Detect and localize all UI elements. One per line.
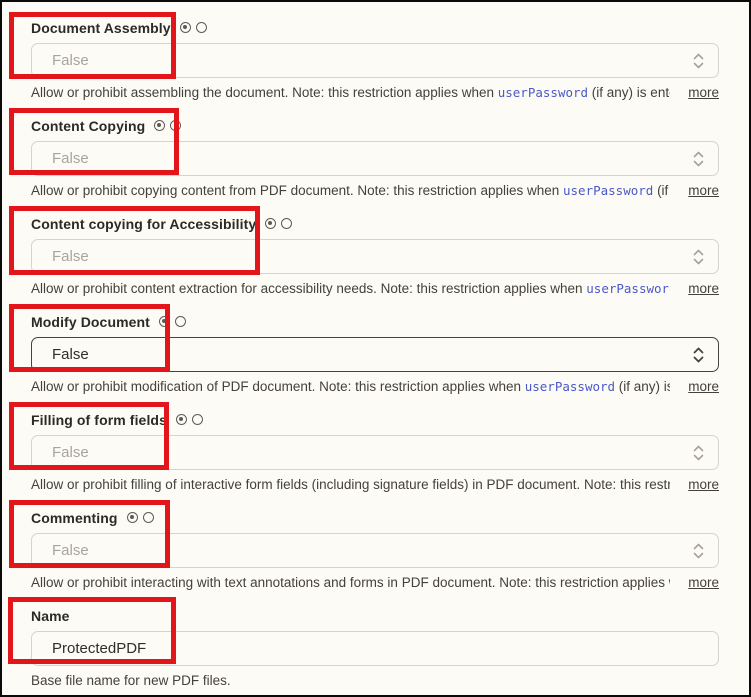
user-password-code: userPassword: [525, 379, 615, 394]
input-value: ProtectedPDF: [52, 640, 146, 657]
field-commenting: Commenting False Allow or prohibit inter…: [31, 509, 719, 591]
radio-selected-icon[interactable]: [127, 512, 138, 523]
select-placeholder: False: [52, 444, 89, 461]
radio-selected-icon[interactable]: [265, 218, 276, 229]
commenting-select[interactable]: False: [31, 533, 719, 568]
radio-unselected-icon[interactable]: [196, 22, 207, 33]
more-link[interactable]: more: [688, 575, 719, 590]
radio-selected-icon[interactable]: [159, 316, 170, 327]
field-filling-form-fields: Filling of form fields False Allow or pr…: [31, 411, 719, 493]
radio-unselected-icon[interactable]: [175, 316, 186, 327]
field-type-toggle: [127, 512, 154, 523]
radio-unselected-icon[interactable]: [143, 512, 154, 523]
select-placeholder: False: [52, 150, 89, 167]
stepper-icon[interactable]: [692, 149, 705, 168]
field-label: Commenting: [31, 510, 118, 526]
stepper-icon[interactable]: [692, 345, 705, 364]
radio-unselected-icon[interactable]: [192, 414, 203, 425]
field-label: Name: [31, 608, 70, 624]
user-password-code: userPassword: [563, 183, 653, 198]
field-modify-document: Modify Document False Allow or prohibit …: [31, 313, 719, 395]
filling-form-fields-select[interactable]: False: [31, 435, 719, 470]
user-password-code: userPassword: [586, 281, 670, 296]
radio-selected-icon[interactable]: [154, 120, 165, 131]
more-link[interactable]: more: [688, 85, 719, 100]
form-content: Document Assembly False Allow or prohibi…: [2, 2, 749, 689]
help-text: Allow or prohibit modification of PDF do…: [31, 379, 670, 394]
help-text: Base file name for new PDF files.: [31, 673, 701, 688]
select-placeholder: False: [52, 542, 89, 559]
more-link[interactable]: more: [688, 477, 719, 492]
stepper-icon[interactable]: [692, 541, 705, 560]
field-type-toggle: [265, 218, 292, 229]
field-label: Modify Document: [31, 314, 150, 330]
name-input[interactable]: ProtectedPDF: [31, 631, 719, 666]
field-content-copying-accessibility: Content copying for Accessibility False …: [31, 215, 719, 297]
content-copying-accessibility-select[interactable]: False: [31, 239, 719, 274]
field-document-assembly: Document Assembly False Allow or prohibi…: [31, 19, 719, 101]
help-text: Allow or prohibit filling of interactive…: [31, 477, 670, 492]
select-value: False: [52, 346, 89, 363]
select-placeholder: False: [52, 52, 89, 69]
content-copying-select[interactable]: False: [31, 141, 719, 176]
field-type-toggle: [176, 414, 203, 425]
help-text: Allow or prohibit interacting with text …: [31, 575, 670, 590]
help-text: Allow or prohibit content extraction for…: [31, 281, 670, 296]
stepper-icon[interactable]: [692, 443, 705, 462]
field-label: Content copying for Accessibility: [31, 216, 256, 232]
radio-selected-icon[interactable]: [176, 414, 187, 425]
document-assembly-select[interactable]: False: [31, 43, 719, 78]
field-label: Content Copying: [31, 118, 145, 134]
field-type-toggle: [159, 316, 186, 327]
select-placeholder: False: [52, 248, 89, 265]
field-label: Document Assembly: [31, 20, 171, 36]
help-text: Allow or prohibit assembling the documen…: [31, 85, 670, 100]
field-type-toggle: [154, 120, 181, 131]
user-password-code: userPassword: [498, 85, 588, 100]
stepper-icon[interactable]: [692, 247, 705, 266]
more-link[interactable]: more: [688, 183, 719, 198]
stepper-icon[interactable]: [692, 51, 705, 70]
field-name: Name ProtectedPDF Base file name for new…: [31, 607, 719, 689]
more-link[interactable]: more: [688, 281, 719, 296]
radio-unselected-icon[interactable]: [170, 120, 181, 131]
radio-unselected-icon[interactable]: [281, 218, 292, 229]
field-label: Filling of form fields: [31, 412, 167, 428]
form-panel: Document Assembly False Allow or prohibi…: [0, 0, 751, 697]
help-text: Allow or prohibit copying content from P…: [31, 183, 670, 198]
modify-document-select[interactable]: False: [31, 337, 719, 372]
radio-selected-icon[interactable]: [180, 22, 191, 33]
more-link[interactable]: more: [688, 379, 719, 394]
field-type-toggle: [180, 22, 207, 33]
field-content-copying: Content Copying False Allow or prohibit …: [31, 117, 719, 199]
